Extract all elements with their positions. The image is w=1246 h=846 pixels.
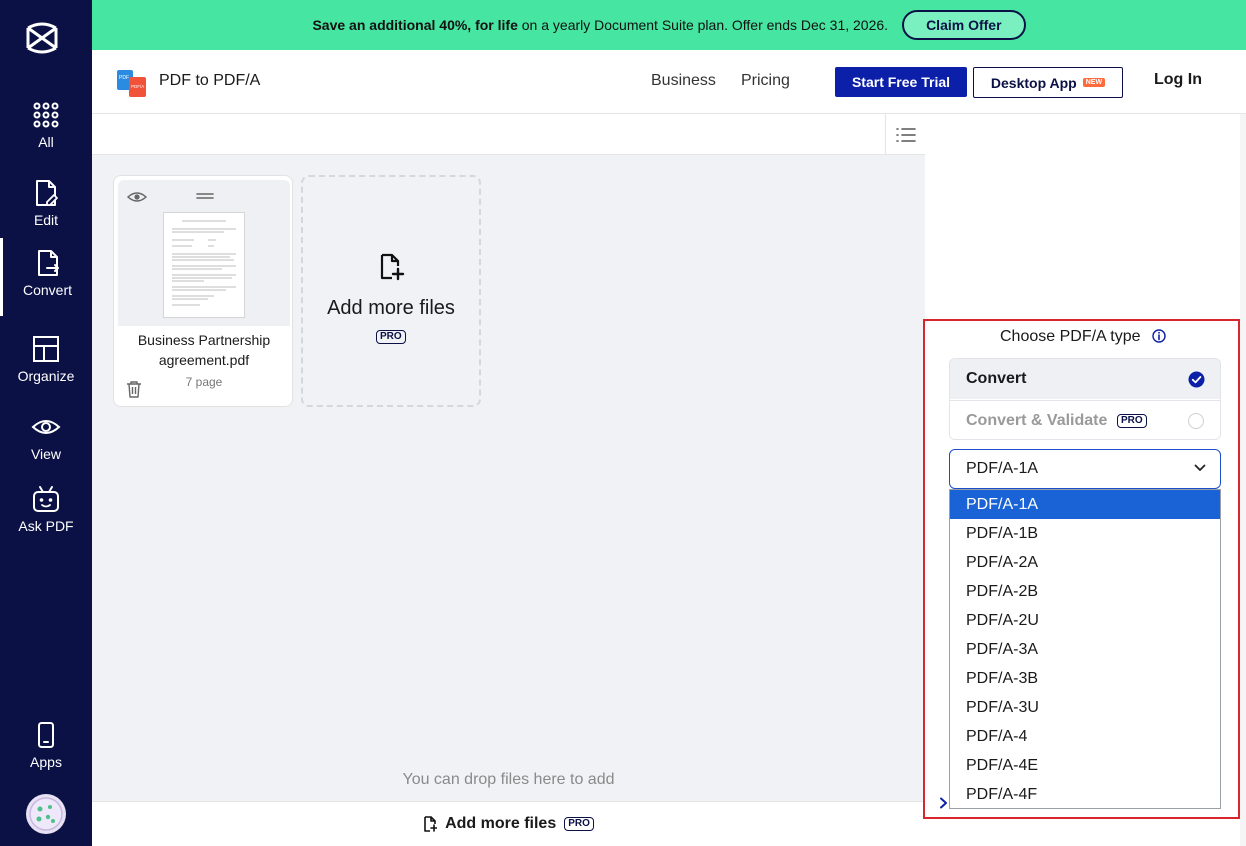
preview-eye-icon[interactable] <box>127 190 147 204</box>
desktop-app-label: Desktop App <box>990 74 1077 91</box>
pro-badge: PRO <box>1117 414 1147 428</box>
dropdown-option-pdfa-3b[interactable]: PDF/A-3B <box>950 664 1220 693</box>
drag-handle-icon[interactable] <box>196 192 214 200</box>
dropdown-option-pdfa-1a[interactable]: PDF/A-1A <box>950 490 1220 519</box>
add-more-files-bottom-button[interactable]: Add more files PRO <box>92 801 925 846</box>
add-more-files-label: Add more files <box>445 815 557 832</box>
info-icon[interactable] <box>1152 329 1166 343</box>
add-file-icon <box>380 253 405 281</box>
pdfa-type-select[interactable]: PDF/A-1A <box>949 449 1221 489</box>
eye-icon <box>31 420 61 434</box>
list-view-button[interactable] <box>885 114 925 155</box>
cookie-icon <box>29 797 63 831</box>
sidebar-item-convert[interactable]: Convert <box>0 238 92 316</box>
dropdown-option-pdfa-3u[interactable]: PDF/A-3U <box>950 693 1220 722</box>
desktop-app-button[interactable]: Desktop App NEW <box>973 67 1123 98</box>
sidebar-item-organize[interactable]: Organize <box>0 324 92 398</box>
sidebar-item-label: Ask PDF <box>18 518 74 534</box>
brand-logo-icon[interactable] <box>24 20 60 56</box>
drop-files-hint: You can drop files here to add <box>402 771 615 788</box>
chevron-down-icon <box>1194 464 1206 471</box>
promo-text: Save an additional 40%, for life on a ye… <box>312 17 888 33</box>
sidebar-item-label: View <box>30 446 62 462</box>
empty-radio-icon <box>1188 413 1204 429</box>
grid-icon <box>33 102 59 128</box>
file-page-thumbnail <box>163 212 245 318</box>
dropdown-option-pdfa-4e[interactable]: PDF/A-4E <box>950 751 1220 780</box>
start-free-trial-button[interactable]: Start Free Trial <box>835 67 967 97</box>
promo-strong-text: Save an additional 40%, for life <box>312 17 518 33</box>
nav-pricing-link[interactable]: Pricing <box>741 72 790 90</box>
pdfa-type-dropdown: PDF/A-1A PDF/A-1B PDF/A-2A PDF/A-2B PDF/… <box>949 489 1221 809</box>
header: PDF PDF/A PDF to PDF/A Business Pricing … <box>92 50 1246 114</box>
file-workspace[interactable]: Business Partnership agreement.pdf 7 pag… <box>92 155 925 801</box>
sidebar-item-edit[interactable]: Edit <box>0 168 92 242</box>
sidebar: All Edit Convert Organize View Ask PDF A… <box>0 0 92 846</box>
pdfa-mode-options: Convert Convert & Validate PRO <box>949 358 1221 440</box>
file-toolbar <box>92 114 925 155</box>
promo-banner: Save an additional 40%, for life on a ye… <box>92 0 1246 50</box>
pdf-to-pdfa-app-icon: PDF PDF/A <box>117 70 146 97</box>
add-more-files-card[interactable]: Add more files PRO <box>301 175 481 407</box>
svg-text:PDF: PDF <box>119 75 129 81</box>
dropdown-option-pdfa-2a[interactable]: PDF/A-2A <box>950 548 1220 577</box>
option-convert[interactable]: Convert <box>950 359 1220 399</box>
option-label: Convert & Validate <box>966 412 1108 429</box>
list-icon <box>895 127 916 142</box>
option-label: Convert <box>966 370 1027 387</box>
cookie-settings-button[interactable] <box>26 794 66 834</box>
new-badge: NEW <box>1082 78 1106 87</box>
delete-trash-icon[interactable] <box>126 380 142 398</box>
phone-icon <box>38 722 54 748</box>
sidebar-item-view[interactable]: View <box>0 402 92 476</box>
sidebar-item-apps[interactable]: Apps <box>0 710 92 784</box>
dropdown-option-pdfa-2u[interactable]: PDF/A-2U <box>950 606 1220 635</box>
option-convert-validate[interactable]: Convert & Validate PRO <box>950 400 1220 439</box>
sidebar-item-label: All <box>38 134 54 150</box>
add-file-icon <box>424 816 438 832</box>
login-link[interactable]: Log In <box>1154 71 1202 89</box>
promo-rest-text: on a yearly Document Suite plan. Offer e… <box>517 17 889 33</box>
checked-radio-icon <box>1188 371 1205 388</box>
sidebar-item-all[interactable]: All <box>0 90 92 164</box>
pdfa-type-title: Choose PDF/A type <box>1000 328 1141 345</box>
sidebar-item-label: Organize <box>17 368 75 384</box>
sidebar-item-label: Apps <box>30 754 62 770</box>
sidebar-item-label: Edit <box>33 212 59 228</box>
page-title: PDF to PDF/A <box>159 72 261 89</box>
dropdown-option-pdfa-2b[interactable]: PDF/A-2B <box>950 577 1220 606</box>
file-card[interactable]: Business Partnership agreement.pdf 7 pag… <box>113 175 293 407</box>
layout-icon <box>33 336 59 362</box>
dropdown-option-pdfa-4[interactable]: PDF/A-4 <box>950 722 1220 751</box>
convert-document-icon <box>37 250 59 276</box>
sidebar-item-label: Convert <box>22 282 73 298</box>
claim-offer-button[interactable]: Claim Offer <box>902 10 1026 40</box>
pro-badge: PRO <box>376 330 406 344</box>
chevron-right-icon[interactable] <box>939 797 949 809</box>
edit-document-icon <box>36 180 58 206</box>
pro-badge: PRO <box>564 817 594 831</box>
dropdown-option-pdfa-1b[interactable]: PDF/A-1B <box>950 519 1220 548</box>
svg-text:PDF/A: PDF/A <box>131 84 144 89</box>
dropdown-option-pdfa-4f[interactable]: PDF/A-4F <box>950 780 1220 809</box>
panel-scrollbar[interactable] <box>1240 114 1246 846</box>
file-name: Business Partnership agreement.pdf <box>137 332 271 368</box>
document-preview-lines <box>172 220 236 306</box>
nav-business-link[interactable]: Business <box>651 72 716 90</box>
robot-icon <box>33 486 59 512</box>
dropdown-option-pdfa-3a[interactable]: PDF/A-3A <box>950 635 1220 664</box>
sidebar-item-ask-pdf[interactable]: Ask PDF <box>0 474 92 548</box>
add-more-files-label: Add more files <box>327 297 455 319</box>
file-thumbnail-area <box>118 180 290 326</box>
selected-value: PDF/A-1A <box>966 460 1039 477</box>
